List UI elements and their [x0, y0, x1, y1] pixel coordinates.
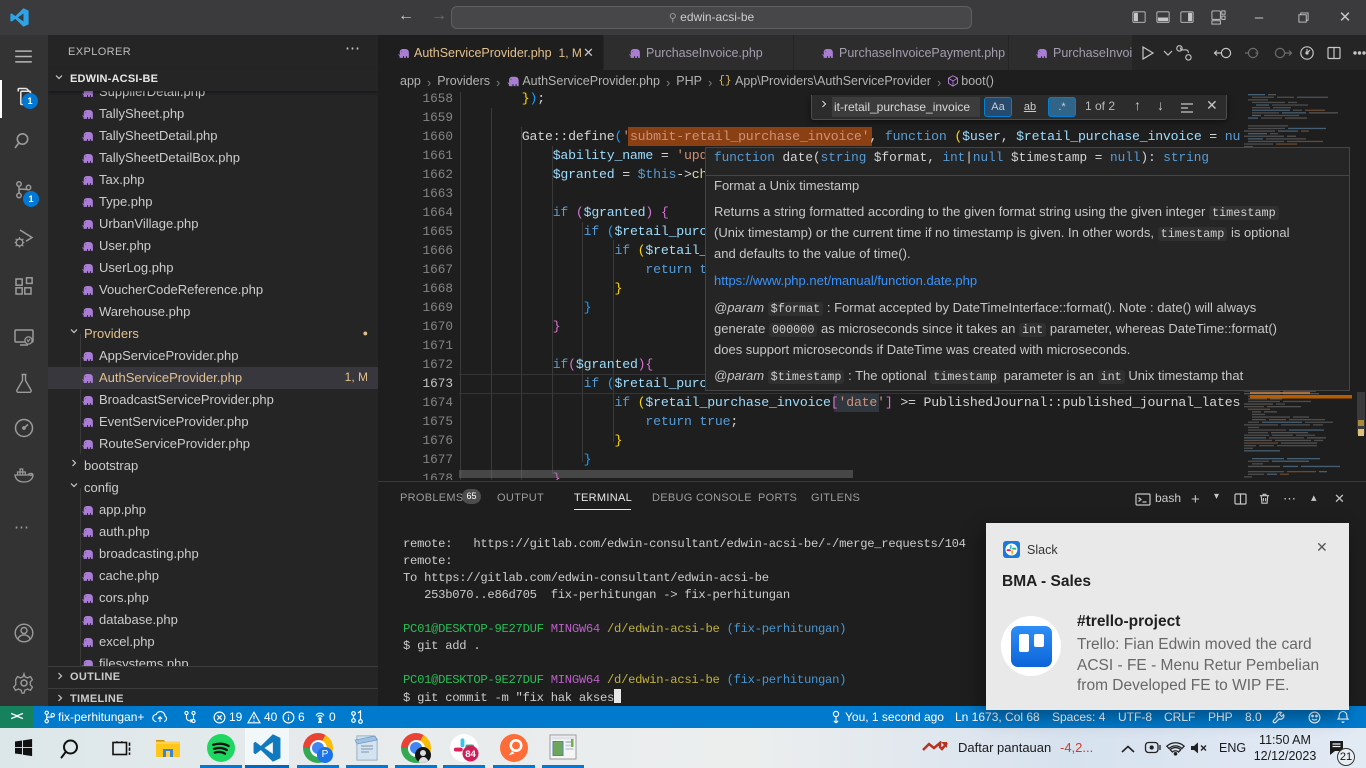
svg-text:84: 84 [465, 749, 476, 760]
